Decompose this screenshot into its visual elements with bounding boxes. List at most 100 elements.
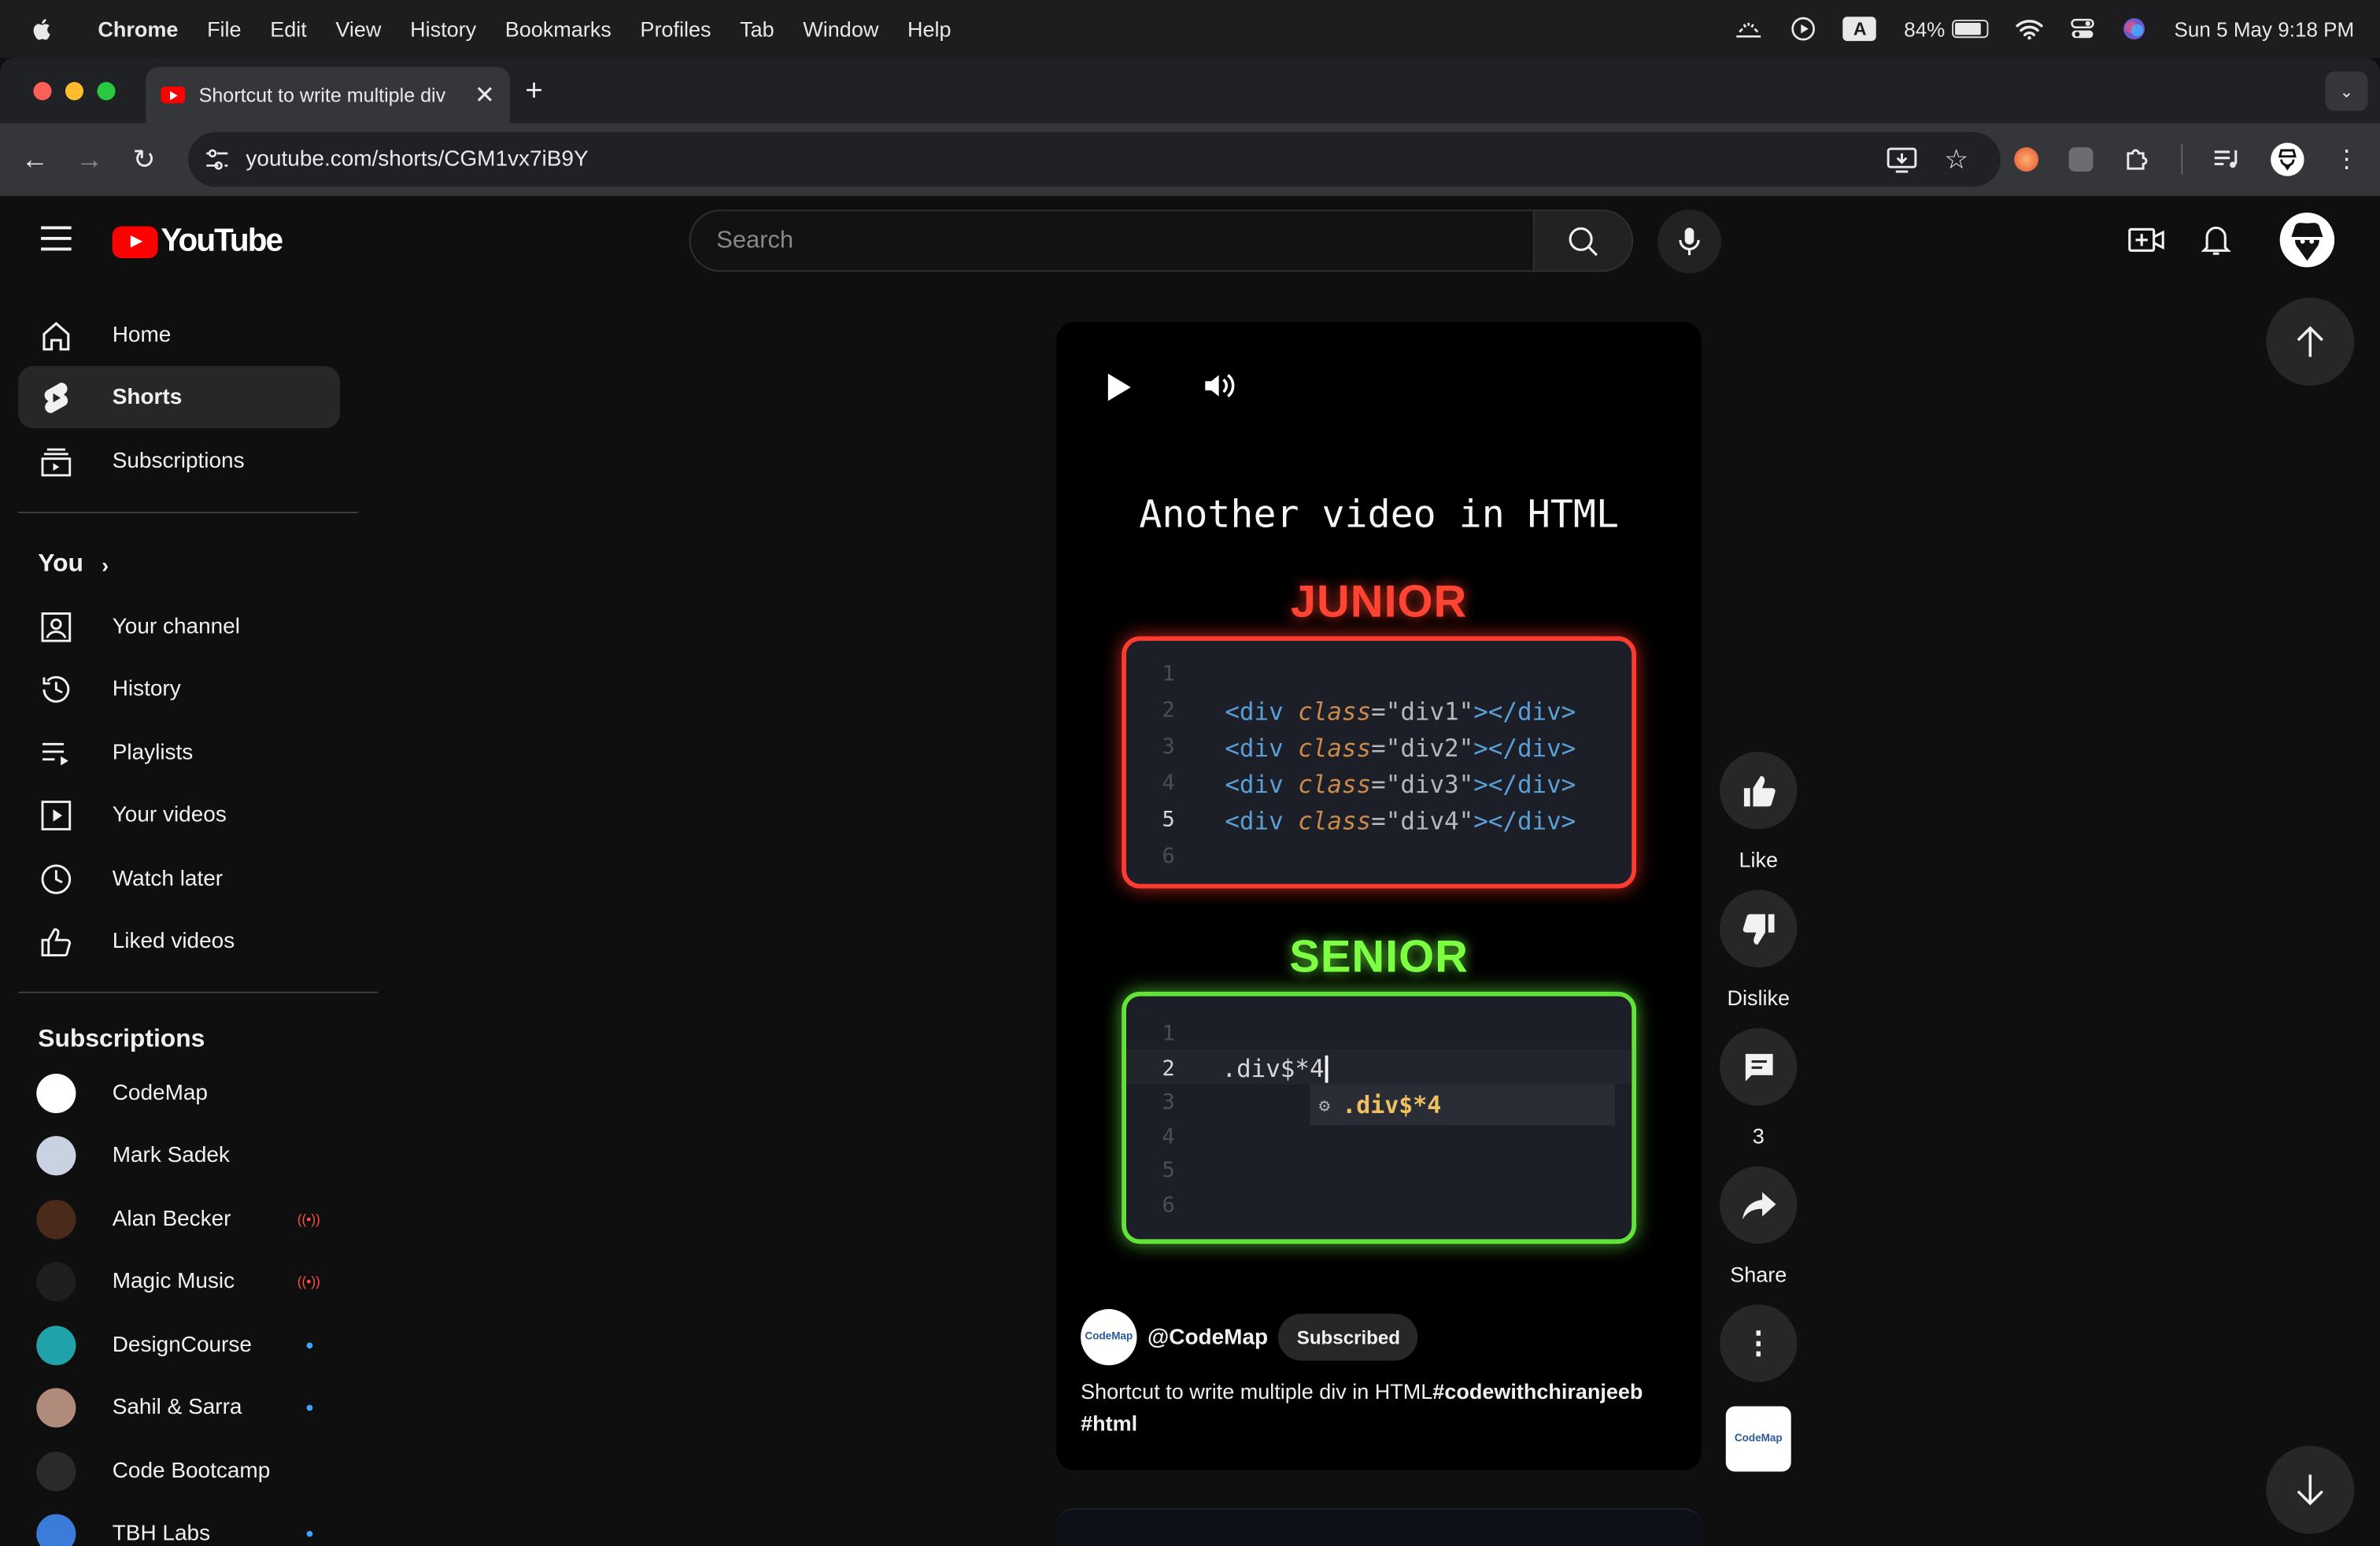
site-info-icon[interactable] [203,146,231,173]
comment-icon [1744,1052,1772,1081]
menu-help[interactable]: Help [893,17,966,41]
spy-avatar-icon [2291,223,2323,261]
tab-search-chevron-icon[interactable]: ⌄ [2325,71,2368,111]
sidebar-item-watch-later[interactable]: Watch later [18,848,340,910]
channel-avatar[interactable]: CodeMap [1081,1309,1137,1366]
sidebar-item-label: Playlists [112,740,194,765]
forward-icon[interactable]: → [76,143,103,174]
new-tab-icon[interactable]: + [525,75,543,109]
youtube-logo-icon [112,225,158,258]
bookmark-star-icon[interactable]: ☆ [1944,144,1968,176]
subscription-item[interactable]: Code Bootcamp [18,1440,340,1502]
play-icon[interactable] [1105,372,1133,403]
menu-window[interactable]: Window [789,17,893,41]
shorts-player[interactable]: Another video in HTML JUNIOR 1 2 <div clas… [1056,322,1702,1470]
now-playing-icon[interactable] [1791,17,1816,41]
close-tab-icon[interactable]: ✕ [475,80,495,110]
subscription-name: CodeMap [112,1080,208,1105]
hashtag-link[interactable]: #html [1081,1411,1137,1435]
address-bar[interactable]: youtube.com/shorts/CGM1vx7iB9Y ☆ [188,131,2001,187]
hashtag-link[interactable]: #codewithchiranjeeb [1432,1379,1643,1404]
account-avatar[interactable] [2279,213,2335,268]
arrow-up-icon [2297,326,2323,357]
search-input[interactable] [716,227,1533,255]
menu-edit[interactable]: Edit [256,17,321,41]
minimize-window-button[interactable] [65,82,84,101]
back-icon[interactable]: ← [21,143,49,174]
notifications-bell-icon[interactable] [2201,224,2231,257]
subscriptions-heading: Subscriptions [38,1025,205,1052]
next-short-button[interactable] [2266,1445,2355,1534]
subscribed-button[interactable]: Subscribed [1278,1313,1419,1361]
share-button[interactable] [1720,1166,1798,1245]
menu-bookmarks[interactable]: Bookmarks [490,17,626,41]
menu-file[interactable]: File [193,17,256,41]
subscription-item[interactable]: DesignCourse [18,1314,340,1376]
channel-avatar [36,1451,76,1491]
you-section-heading[interactable]: You › [38,549,109,579]
like-button[interactable] [1720,751,1798,830]
title-text: Shortcut to write multiple div in HTML [1081,1378,1433,1404]
menu-app-name[interactable]: Chrome [83,17,193,41]
siri-icon[interactable] [2123,17,2147,41]
channel-handle[interactable]: @CodeMap [1148,1325,1268,1349]
comments-button[interactable] [1720,1028,1798,1106]
toolbar-separator [2181,144,2183,175]
menu-profiles[interactable]: Profiles [626,17,726,41]
menu-history[interactable]: History [396,17,491,41]
tab-active[interactable]: Shortcut to write multiple div ✕ [146,66,510,124]
sidebar-item-home[interactable]: Home [18,304,340,366]
line-number: 5 [1162,808,1175,833]
subscription-item[interactable]: CodeMap [18,1062,340,1124]
apple-icon[interactable] [31,17,55,41]
battery-indicator[interactable]: 84% [1904,17,1990,40]
sidebar-item-liked-videos[interactable]: Liked videos [18,910,340,972]
guide-menu-icon[interactable] [41,226,72,258]
input-source-icon[interactable]: A [1843,17,1877,42]
chrome-menu-icon[interactable]: ⋮ [2334,144,2359,175]
more-options-button[interactable]: ⋮ [1720,1304,1798,1382]
comments-action: 3 [1720,1028,1798,1148]
sidebar-item-subscriptions[interactable]: Subscriptions [18,430,340,492]
create-video-icon[interactable] [2128,225,2164,256]
media-controls-icon[interactable] [2213,147,2241,172]
sidebar-item-your-channel[interactable]: Your channel [18,595,340,657]
sidebar-item-shorts[interactable]: Shorts [18,365,340,429]
search-button[interactable] [1532,209,1634,272]
sidebar-item-playlists[interactable]: Playlists [18,721,340,783]
reload-icon[interactable]: ↻ [131,143,158,174]
subscription-item[interactable]: TBH Labs [18,1503,340,1546]
close-window-button[interactable] [33,82,52,101]
youtube-logo[interactable]: YouTube [112,224,283,260]
voice-search-button[interactable] [1657,209,1721,274]
senior-label: SENIOR [1289,932,1469,983]
display-icon[interactable] [1734,18,1765,39]
control-center-icon[interactable] [2071,18,2095,39]
subscription-item[interactable]: Magic Music ((•)) [18,1251,340,1313]
previous-short-button[interactable] [2266,298,2355,386]
sidebar-item-history[interactable]: History [18,657,340,719]
extension-1-icon[interactable] [2014,147,2039,172]
channel-avatar [36,1388,76,1428]
menu-view[interactable]: View [321,17,396,41]
code-token: <div [1225,696,1299,726]
subscription-item[interactable]: Sahil & Sarra [18,1377,340,1439]
subscription-item[interactable]: Mark Sadek [18,1125,340,1187]
subscription-item[interactable]: Alan Becker ((•)) [18,1188,340,1250]
install-app-icon[interactable] [1887,146,1917,173]
avatar-logo-text: CodeMap [1085,1331,1133,1343]
wifi-icon[interactable] [2016,18,2044,40]
zoom-window-button[interactable] [97,82,116,101]
dislike-button[interactable] [1720,890,1798,967]
volume-icon[interactable] [1203,371,1236,401]
extension-2-icon[interactable] [2068,147,2094,172]
channel-icon [38,608,74,645]
sound-channel-thumbnail[interactable]: CodeMap [1725,1406,1791,1472]
clock[interactable]: Sun 5 May 9:18 PM [2175,17,2355,40]
extensions-puzzle-icon[interactable] [2123,146,2151,173]
profile-avatar-icon[interactable] [2271,142,2304,176]
sidebar-item-your-videos[interactable]: Your videos [18,784,340,846]
menu-tab[interactable]: Tab [726,17,789,41]
next-short-preview[interactable] [1056,1507,1702,1546]
gear-icon: ⚙ [1318,1094,1330,1116]
